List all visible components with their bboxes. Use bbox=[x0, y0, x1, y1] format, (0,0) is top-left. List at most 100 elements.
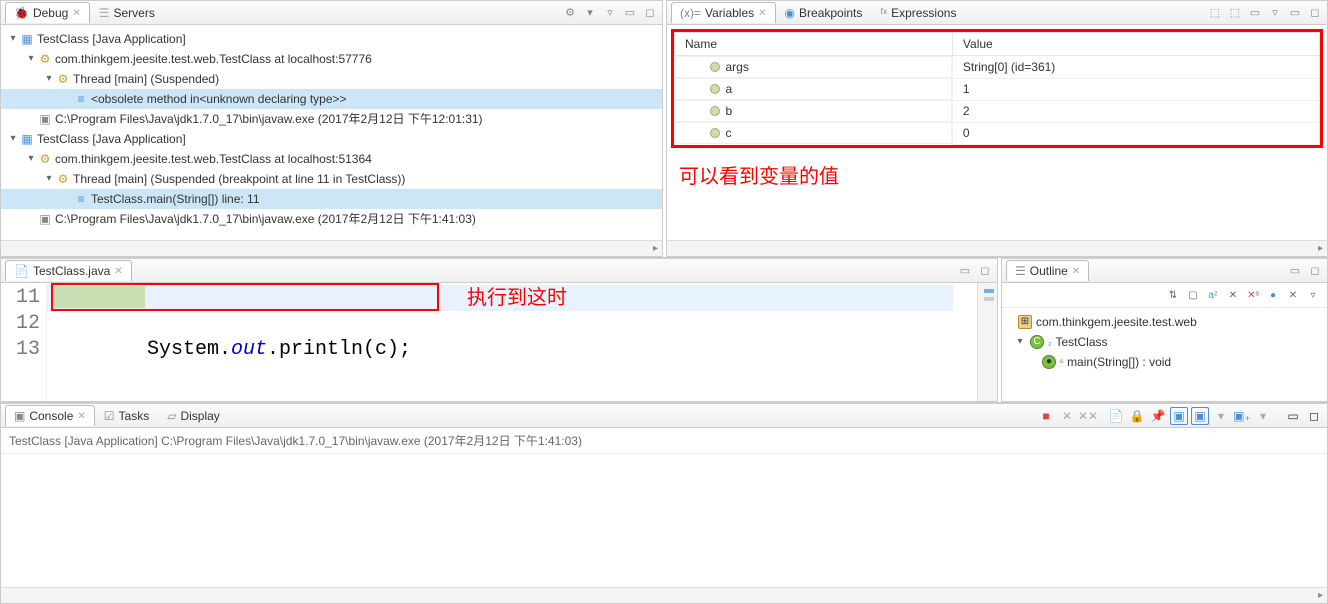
outline-az-icon[interactable]: aᶻ bbox=[1205, 287, 1221, 303]
view-menu-icon[interactable]: ▿ bbox=[1305, 287, 1321, 303]
console-dropdown-icon-2[interactable]: ▾ bbox=[1254, 407, 1272, 425]
outline-method[interactable]: ● ˢ main(String[]) : void bbox=[1008, 352, 1321, 372]
twisty-icon[interactable]: ▾ bbox=[25, 149, 37, 169]
tree-label: TestClass [Java Application] bbox=[35, 29, 186, 49]
close-icon[interactable]: ✕ bbox=[77, 411, 85, 422]
debug-tabbar: 🐞 Debug ✕ ☰ Servers ⚙ ▾ ▿ ▭ ◻ bbox=[1, 1, 662, 25]
debug-tree-row[interactable]: ▾⚙com.thinkgem.jeesite.test.web.TestClas… bbox=[1, 149, 662, 169]
outline-hide-icon-1[interactable]: ✕ bbox=[1225, 287, 1241, 303]
twisty-icon[interactable]: ▾ bbox=[7, 129, 19, 149]
pin-console-icon[interactable]: 📌 bbox=[1149, 407, 1167, 425]
outline-filter-icon-1[interactable]: ▢ bbox=[1185, 287, 1201, 303]
maximize-icon[interactable]: ◻ bbox=[1307, 5, 1323, 21]
minimize-icon[interactable]: ▭ bbox=[1287, 263, 1303, 279]
variable-name: b bbox=[726, 104, 733, 118]
editor-tab-label: TestClass.java bbox=[33, 264, 110, 278]
console-dropdown-icon[interactable]: ▾ bbox=[1212, 407, 1230, 425]
minimize-icon[interactable]: ▭ bbox=[622, 5, 638, 21]
console-icon: ▣ bbox=[14, 409, 25, 423]
tab-outline[interactable]: ☰ Outline ✕ bbox=[1006, 260, 1089, 281]
debug-tree-row[interactable]: ▾⚙Thread [main] (Suspended (breakpoint a… bbox=[1, 169, 662, 189]
vars-tool-icon-3[interactable]: ▭ bbox=[1247, 5, 1263, 21]
twisty-icon[interactable]: ▾ bbox=[25, 49, 37, 69]
variable-row[interactable]: b2 bbox=[675, 100, 1320, 122]
debug-toolbar-icon-2[interactable]: ▾ bbox=[582, 5, 598, 21]
view-menu-icon[interactable]: ▿ bbox=[602, 5, 618, 21]
debug-tree-row[interactable]: ▾⚙Thread [main] (Suspended) bbox=[1, 69, 662, 89]
variable-name: args bbox=[726, 60, 749, 74]
outline-hide-icon-4[interactable]: ✕ bbox=[1285, 287, 1301, 303]
console-output[interactable] bbox=[1, 454, 1327, 587]
close-icon[interactable]: ✕ bbox=[114, 266, 122, 277]
maximize-icon[interactable]: ◻ bbox=[1305, 407, 1323, 425]
remove-all-icon[interactable]: ✕✕ bbox=[1079, 407, 1097, 425]
remove-launch-icon[interactable]: ✕ bbox=[1058, 407, 1076, 425]
twisty-icon[interactable]: ▾ bbox=[43, 69, 55, 89]
debug-toolbar-icon-1[interactable]: ⚙ bbox=[562, 5, 578, 21]
tab-breakpoints[interactable]: ◉ Breakpoints bbox=[776, 2, 872, 23]
console-tabbar: ▣ Console ✕ ☑ Tasks ▱ Display ■ ✕ ✕✕ bbox=[1, 404, 1327, 428]
outline-tree[interactable]: ⊞ com.thinkgem.jeesite.test.web ▾ C ₂ Te… bbox=[1002, 308, 1327, 401]
tab-console[interactable]: ▣ Console ✕ bbox=[5, 405, 95, 426]
outline-class[interactable]: ▾ C ₂ TestClass bbox=[1008, 332, 1321, 352]
tab-variables[interactable]: (x)= Variables ✕ bbox=[671, 2, 776, 23]
tab-expressions[interactable]: ᶠˣ Expressions bbox=[871, 2, 965, 23]
minimize-icon[interactable]: ▭ bbox=[1284, 407, 1302, 425]
variable-row[interactable]: a1 bbox=[675, 78, 1320, 100]
exe-icon: ▣ bbox=[37, 109, 53, 129]
close-icon[interactable]: ✕ bbox=[758, 8, 766, 19]
maximize-icon[interactable]: ◻ bbox=[642, 5, 658, 21]
editor-body[interactable]: 11 12 13 执行到这时 c=a+b; System.out.println… bbox=[1, 283, 997, 401]
open-console-icon[interactable]: ▣ bbox=[1191, 407, 1209, 425]
debug-tree-row[interactable]: ▣C:\Program Files\Java\jdk1.7.0_17\bin\j… bbox=[1, 209, 662, 229]
debug-scrollbar[interactable]: ▸ bbox=[1, 240, 662, 256]
editor-overview-ruler[interactable] bbox=[977, 283, 997, 401]
tab-tasks[interactable]: ☑ Tasks bbox=[95, 405, 158, 426]
col-value[interactable]: Value bbox=[952, 33, 1319, 56]
app-icon: ▦ bbox=[19, 129, 35, 149]
twisty-icon[interactable]: ▾ bbox=[43, 169, 55, 189]
clear-console-icon[interactable]: 📄 bbox=[1107, 407, 1125, 425]
tree-label: com.thinkgem.jeesite.test.web.TestClass … bbox=[53, 49, 372, 69]
outline-package[interactable]: ⊞ com.thinkgem.jeesite.test.web bbox=[1008, 312, 1321, 332]
outline-hide-icon-3[interactable]: ● bbox=[1265, 287, 1281, 303]
debug-tree-row[interactable]: ▣C:\Program Files\Java\jdk1.7.0_17\bin\j… bbox=[1, 109, 662, 129]
outline-hide-icon-2[interactable]: ✕ˢ bbox=[1245, 287, 1261, 303]
terminate-icon[interactable]: ■ bbox=[1037, 407, 1055, 425]
twisty-icon[interactable]: ▾ bbox=[1014, 332, 1026, 352]
console-scrollbar[interactable]: ▸ bbox=[1, 587, 1327, 603]
vars-scrollbar[interactable]: ▸ bbox=[667, 240, 1327, 256]
debug-tree-row[interactable]: ▾▦TestClass [Java Application] bbox=[1, 29, 662, 49]
twisty-icon[interactable]: ▾ bbox=[7, 29, 19, 49]
maximize-icon[interactable]: ◻ bbox=[1307, 263, 1323, 279]
debug-tree[interactable]: ▾▦TestClass [Java Application]▾⚙com.thin… bbox=[1, 25, 662, 240]
tab-debug-label: Debug bbox=[33, 6, 68, 20]
display-selected-icon[interactable]: ▣ bbox=[1170, 407, 1188, 425]
close-icon[interactable]: ✕ bbox=[72, 8, 80, 19]
tab-debug[interactable]: 🐞 Debug ✕ bbox=[5, 2, 90, 23]
tab-display[interactable]: ▱ Display bbox=[158, 405, 229, 426]
minimize-icon[interactable]: ▭ bbox=[1287, 5, 1303, 21]
variable-row[interactable]: c0 bbox=[675, 122, 1320, 144]
variables-tabbar: (x)= Variables ✕ ◉ Breakpoints ᶠˣ Expres… bbox=[667, 1, 1327, 25]
debug-tree-row[interactable]: ≡TestClass.main(String[]) line: 11 bbox=[1, 189, 662, 209]
debug-tree-row[interactable]: ▾⚙com.thinkgem.jeesite.test.web.TestClas… bbox=[1, 49, 662, 69]
tab-editor[interactable]: 📄 TestClass.java ✕ bbox=[5, 260, 132, 281]
minimize-icon[interactable]: ▭ bbox=[957, 263, 973, 279]
col-name[interactable]: Name bbox=[675, 33, 953, 56]
close-icon[interactable]: ✕ bbox=[1072, 266, 1080, 277]
outline-sort-icon[interactable]: ⇅ bbox=[1165, 287, 1181, 303]
scroll-lock-icon[interactable]: 🔒 bbox=[1128, 407, 1146, 425]
tab-servers[interactable]: ☰ Servers bbox=[90, 2, 164, 23]
view-menu-icon[interactable]: ▿ bbox=[1267, 5, 1283, 21]
vars-tool-icon-2[interactable]: ⬚ bbox=[1227, 5, 1243, 21]
debug-tree-row[interactable]: ▾▦TestClass [Java Application] bbox=[1, 129, 662, 149]
new-console-icon[interactable]: ▣₊ bbox=[1233, 407, 1251, 425]
vars-tool-icon-1[interactable]: ⬚ bbox=[1207, 5, 1223, 21]
tasks-icon: ☑ bbox=[104, 409, 115, 423]
variable-row[interactable]: argsString[0] (id=361) bbox=[675, 56, 1320, 79]
maximize-icon[interactable]: ◻ bbox=[977, 263, 993, 279]
variables-table[interactable]: Name Value argsString[0] (id=361)a1b2c0 bbox=[674, 32, 1320, 145]
variable-value: 0 bbox=[952, 122, 1319, 144]
debug-tree-row[interactable]: ≡<obsolete method in<unknown declaring t… bbox=[1, 89, 662, 109]
